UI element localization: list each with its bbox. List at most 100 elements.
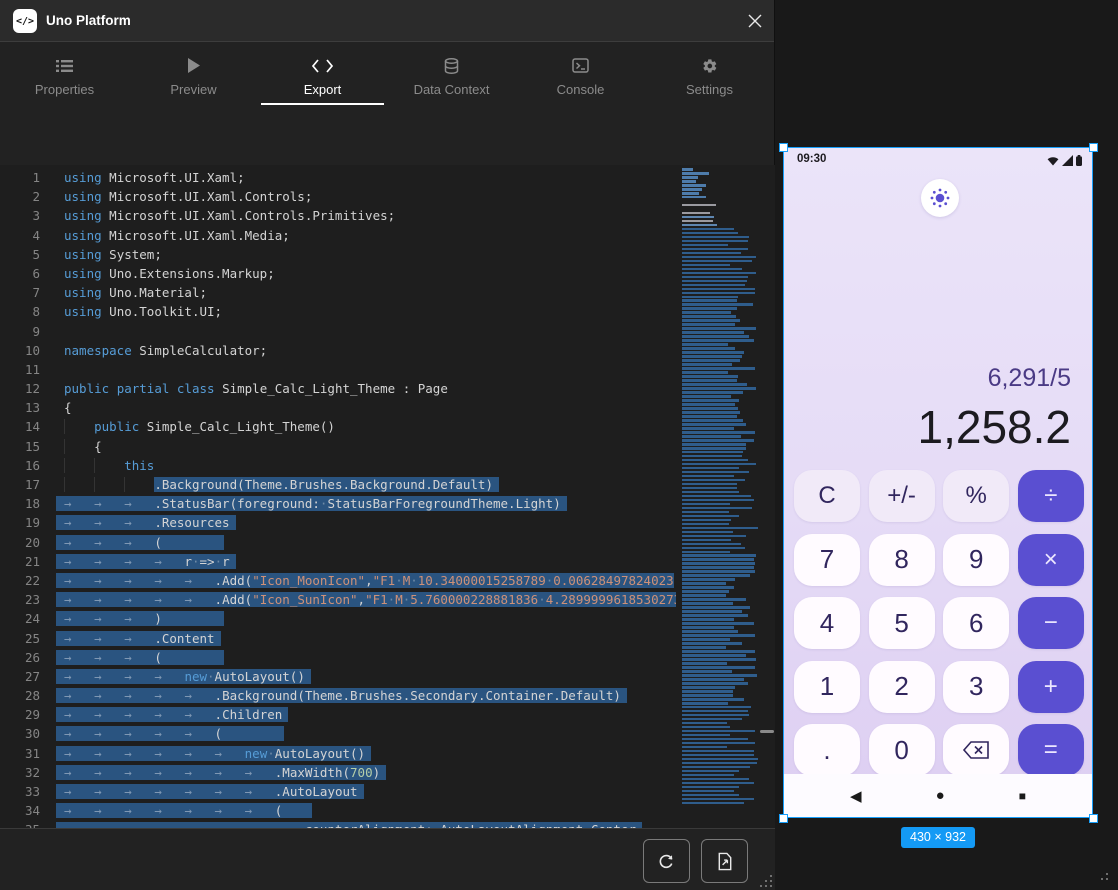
theme-toggle-button[interactable] (921, 179, 959, 217)
toolbar: Simple Calc - Light Theme ▼ C# ▼ CSHARP … (0, 105, 774, 165)
line-number: 20 (0, 533, 40, 552)
titlebar: </> Uno Platform (0, 0, 774, 42)
code-line: 12public partial class Simple_Calc_Light… (0, 379, 676, 398)
code-line: 22→ → → → → .Add("Icon_MoonIcon","F1·M·1… (0, 571, 676, 590)
refresh-button[interactable] (643, 839, 690, 883)
key-9[interactable]: 9 (943, 534, 1009, 586)
export-file-button[interactable] (701, 839, 748, 883)
line-number: 27 (0, 667, 40, 686)
code-line: 21→ → → → r·=>·r (0, 552, 676, 571)
tab-label: Console (557, 82, 605, 97)
key-0[interactable]: 0 (869, 724, 935, 776)
line-number: 17 (0, 475, 40, 494)
tab-label: Settings (686, 82, 733, 97)
key-5[interactable]: 5 (869, 597, 935, 649)
line-number: 21 (0, 552, 40, 571)
code-editor[interactable]: 1using Microsoft.UI.Xaml;2using Microsof… (0, 165, 775, 828)
back-triangle-icon[interactable]: ◀ (850, 787, 862, 805)
terminal-icon (572, 57, 589, 74)
line-number: 7 (0, 283, 40, 302)
code-line: 17 .Background(Theme.Brushes.Background.… (0, 475, 676, 494)
code-line: 10namespace SimpleCalculator; (0, 341, 676, 360)
key-clear[interactable]: C (794, 470, 860, 522)
square-icon[interactable]: ■ (1019, 789, 1026, 803)
keypad: C+/-%÷ 789× 456− 123+.0 = (794, 470, 1084, 776)
code-line: 18→ → → .StatusBar(foreground:·StatusBar… (0, 494, 676, 513)
tab-label: Data Context (414, 82, 490, 97)
code-line: 4using Microsoft.UI.Xaml.Media; (0, 226, 676, 245)
close-icon[interactable] (740, 6, 770, 36)
line-number: 28 (0, 686, 40, 705)
uno-platform-logo-icon: </> (13, 9, 37, 33)
key-add[interactable]: + (1018, 661, 1084, 713)
key-multiply[interactable]: × (1018, 534, 1084, 586)
key-divide[interactable]: ÷ (1018, 470, 1084, 522)
sun-icon (930, 188, 950, 208)
key-6[interactable]: 6 (943, 597, 1009, 649)
key-2[interactable]: 2 (869, 661, 935, 713)
calculator-display: 6,291/5 1,258.2 (918, 364, 1071, 450)
battery-icon (1076, 155, 1082, 166)
line-number: 22 (0, 571, 40, 590)
code-line: 6using Uno.Extensions.Markup; (0, 264, 676, 283)
scrollbar-thumb[interactable] (760, 730, 774, 733)
display-result: 1,258.2 (918, 404, 1071, 450)
selection-handle-bottom-right[interactable] (1089, 814, 1098, 823)
key-7[interactable]: 7 (794, 534, 860, 586)
stage: </> Uno Platform PropertiesPreviewExport… (0, 0, 1118, 890)
key-percent[interactable]: % (943, 470, 1009, 522)
key-8[interactable]: 8 (869, 534, 935, 586)
plugin-footer (0, 828, 775, 890)
line-number: 16 (0, 456, 40, 475)
code-line: 24→ → → ) (0, 609, 676, 628)
gear-icon (702, 57, 718, 74)
tab-export[interactable]: Export (258, 43, 387, 105)
selection-handle-top-left[interactable] (779, 143, 788, 152)
line-number: 12 (0, 379, 40, 398)
android-nav-bar: ◀ ● ■ (784, 774, 1092, 817)
key-1[interactable]: 1 (794, 661, 860, 713)
code-line: 32→ → → → → → → .MaxWidth(700) (0, 763, 676, 782)
database-icon (444, 57, 459, 74)
minimap[interactable] (682, 168, 758, 820)
home-circle-icon[interactable]: ● (936, 787, 945, 804)
code-lines: 1using Microsoft.UI.Xaml;2using Microsof… (0, 168, 676, 828)
signal-icon (1062, 155, 1073, 166)
key-subtract[interactable]: − (1018, 597, 1084, 649)
selection-handle-top-right[interactable] (1089, 143, 1098, 152)
code-line: 33→ → → → → → → .AutoLayout (0, 782, 676, 801)
key-4[interactable]: 4 (794, 597, 860, 649)
selection-handle-bottom-left[interactable] (779, 814, 788, 823)
status-time: 09:30 (797, 153, 826, 165)
canvas-resize-grip[interactable] (1096, 868, 1108, 880)
line-number: 35 (0, 820, 40, 828)
line-number: 6 (0, 264, 40, 283)
code-line: 25→ → → .Content (0, 629, 676, 648)
code-line: 2using Microsoft.UI.Xaml.Controls; (0, 187, 676, 206)
tab-preview[interactable]: Preview (129, 43, 258, 105)
code-line: 20→ → → ( (0, 533, 676, 552)
file-export-icon (716, 852, 734, 871)
line-number: 33 (0, 782, 40, 801)
line-number: 8 (0, 302, 40, 321)
phone-frame[interactable]: 09:30 (783, 147, 1093, 818)
code-line: 35→ → → → → → → → counterAlignment:·Auto… (0, 820, 676, 828)
key-plus-minus[interactable]: +/- (869, 470, 935, 522)
resize-grip[interactable] (760, 875, 772, 887)
line-number: 30 (0, 724, 40, 743)
key-equals[interactable]: = (1018, 724, 1084, 776)
line-number: 3 (0, 206, 40, 225)
key-decimal[interactable]: . (794, 724, 860, 776)
tab-console[interactable]: Console (516, 43, 645, 105)
refresh-icon (657, 852, 676, 871)
tab-settings[interactable]: Settings (645, 43, 774, 105)
code-line: 28→ → → → → .Background(Theme.Brushes.Se… (0, 686, 676, 705)
tab-data-context[interactable]: Data Context (387, 43, 516, 105)
code-line: 27→ → → → new·AutoLayout() (0, 667, 676, 686)
key-backspace[interactable] (943, 724, 1009, 776)
line-number: 10 (0, 341, 40, 360)
key-3[interactable]: 3 (943, 661, 1009, 713)
code-line: 34→ → → → → → → ( (0, 801, 676, 820)
code-line: 9 (0, 322, 676, 341)
tab-properties[interactable]: Properties (0, 43, 129, 105)
